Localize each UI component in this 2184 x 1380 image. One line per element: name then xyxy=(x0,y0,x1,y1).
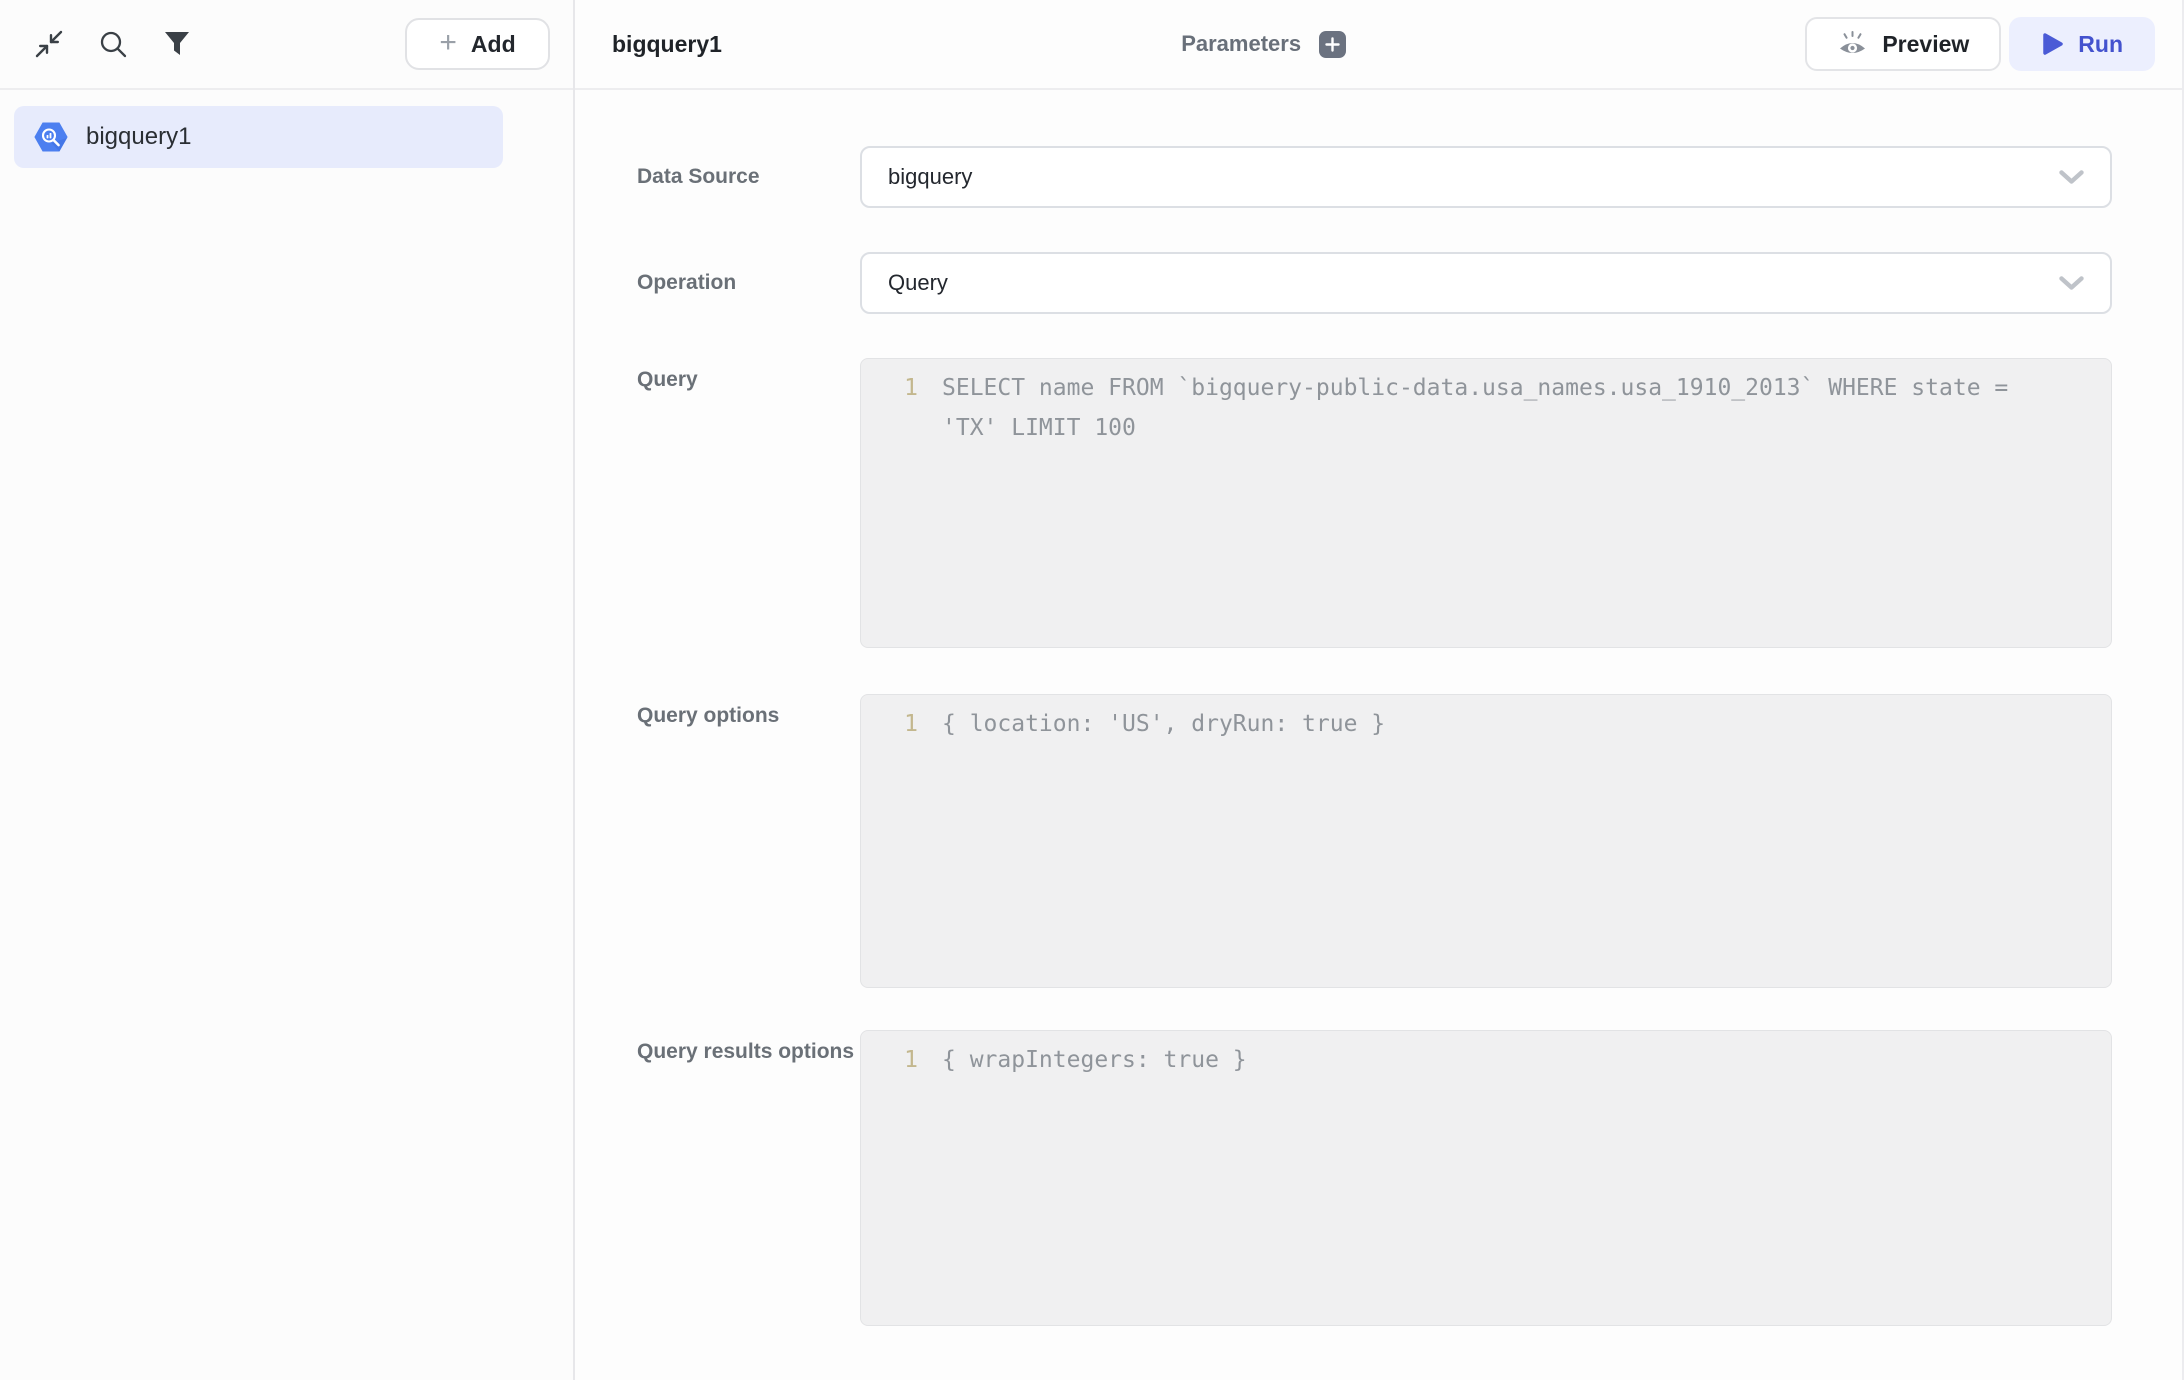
operation-select[interactable]: Query xyxy=(860,252,2112,314)
plus-icon: + xyxy=(439,28,457,58)
main-header: bigquery1 Parameters xyxy=(575,0,2182,90)
operation-label: Operation xyxy=(637,252,860,314)
data-source-row: Data Source bigquery xyxy=(637,146,2112,208)
query-results-options-row: Query results options 1 { wrapIntegers: … xyxy=(637,1030,2112,1326)
search-icon xyxy=(98,29,128,59)
query-label: Query xyxy=(637,358,860,648)
run-button-label: Run xyxy=(2078,31,2123,58)
bigquery-icon xyxy=(34,121,68,153)
add-button-label: Add xyxy=(471,31,516,58)
query-options-label: Query options xyxy=(637,694,860,988)
plus-icon xyxy=(1325,37,1340,52)
query-code-text-line-2: 'TX' LIMIT 100 xyxy=(942,408,1136,448)
query-form: Data Source bigquery Operation Query xyxy=(575,90,2182,1326)
query-results-options-label: Query results options xyxy=(637,1030,860,1326)
main-panel: bigquery1 Parameters xyxy=(575,0,2184,1380)
search-button[interactable] xyxy=(96,27,130,61)
chevron-down-icon xyxy=(2059,276,2084,291)
collapse-sidebar-button[interactable] xyxy=(32,27,66,61)
operation-row: Operation Query xyxy=(637,252,2112,314)
code-line: 1 SELECT name FROM `bigquery-public-data… xyxy=(861,368,2091,408)
filter-button[interactable] xyxy=(160,27,194,61)
query-code-editor[interactable]: 1 SELECT name FROM `bigquery-public-data… xyxy=(860,358,2112,648)
query-results-options-code-text: { wrapIntegers: true } xyxy=(942,1040,1247,1080)
query-options-row: Query options 1 { location: 'US', dryRun… xyxy=(637,694,2112,988)
line-number: 1 xyxy=(861,1040,918,1080)
code-line: 1 { wrapIntegers: true } xyxy=(861,1040,2091,1080)
query-code-text-line-1: SELECT name FROM `bigquery-public-data.u… xyxy=(942,368,2008,408)
sidebar: + Add bigquery1 xyxy=(0,0,575,1380)
run-button[interactable]: Run xyxy=(2009,17,2155,71)
sidebar-query-list: bigquery1 xyxy=(0,90,573,168)
query-editor-app: + Add bigquery1 bigquery1 xyxy=(0,0,2184,1380)
play-icon xyxy=(2041,32,2064,56)
parameters-section: Parameters xyxy=(722,31,1805,58)
sidebar-header: + Add xyxy=(0,0,573,90)
preview-button[interactable]: Preview xyxy=(1805,17,2001,71)
sidebar-item-bigquery1[interactable]: bigquery1 xyxy=(14,106,503,168)
query-options-code-text: { location: 'US', dryRun: true } xyxy=(942,704,1385,744)
line-number: 1 xyxy=(861,704,918,744)
code-line: 1 { location: 'US', dryRun: true } xyxy=(861,704,2091,744)
eye-icon xyxy=(1837,30,1868,58)
add-query-button[interactable]: + Add xyxy=(405,18,550,70)
code-line-wrapped: 'TX' LIMIT 100 xyxy=(861,408,2091,448)
filter-funnel-icon xyxy=(164,31,190,57)
preview-button-label: Preview xyxy=(1882,31,1969,58)
add-parameter-button[interactable] xyxy=(1319,31,1346,58)
parameters-label: Parameters xyxy=(1181,31,1301,57)
data-source-select[interactable]: bigquery xyxy=(860,146,2112,208)
data-source-label: Data Source xyxy=(637,146,860,208)
query-options-code-editor[interactable]: 1 { location: 'US', dryRun: true } xyxy=(860,694,2112,988)
sidebar-item-label: bigquery1 xyxy=(86,123,191,151)
query-title: bigquery1 xyxy=(612,31,722,58)
query-results-options-code-editor[interactable]: 1 { wrapIntegers: true } xyxy=(860,1030,2112,1326)
data-source-value: bigquery xyxy=(888,164,972,190)
line-number-gutter xyxy=(861,408,918,448)
chevron-down-icon xyxy=(2059,170,2084,185)
arrows-collapse-icon xyxy=(34,29,64,59)
operation-value: Query xyxy=(888,270,948,296)
line-number: 1 xyxy=(861,368,918,408)
header-actions: Preview Run xyxy=(1805,17,2155,71)
query-row: Query 1 SELECT name FROM `bigquery-publi… xyxy=(637,358,2112,648)
